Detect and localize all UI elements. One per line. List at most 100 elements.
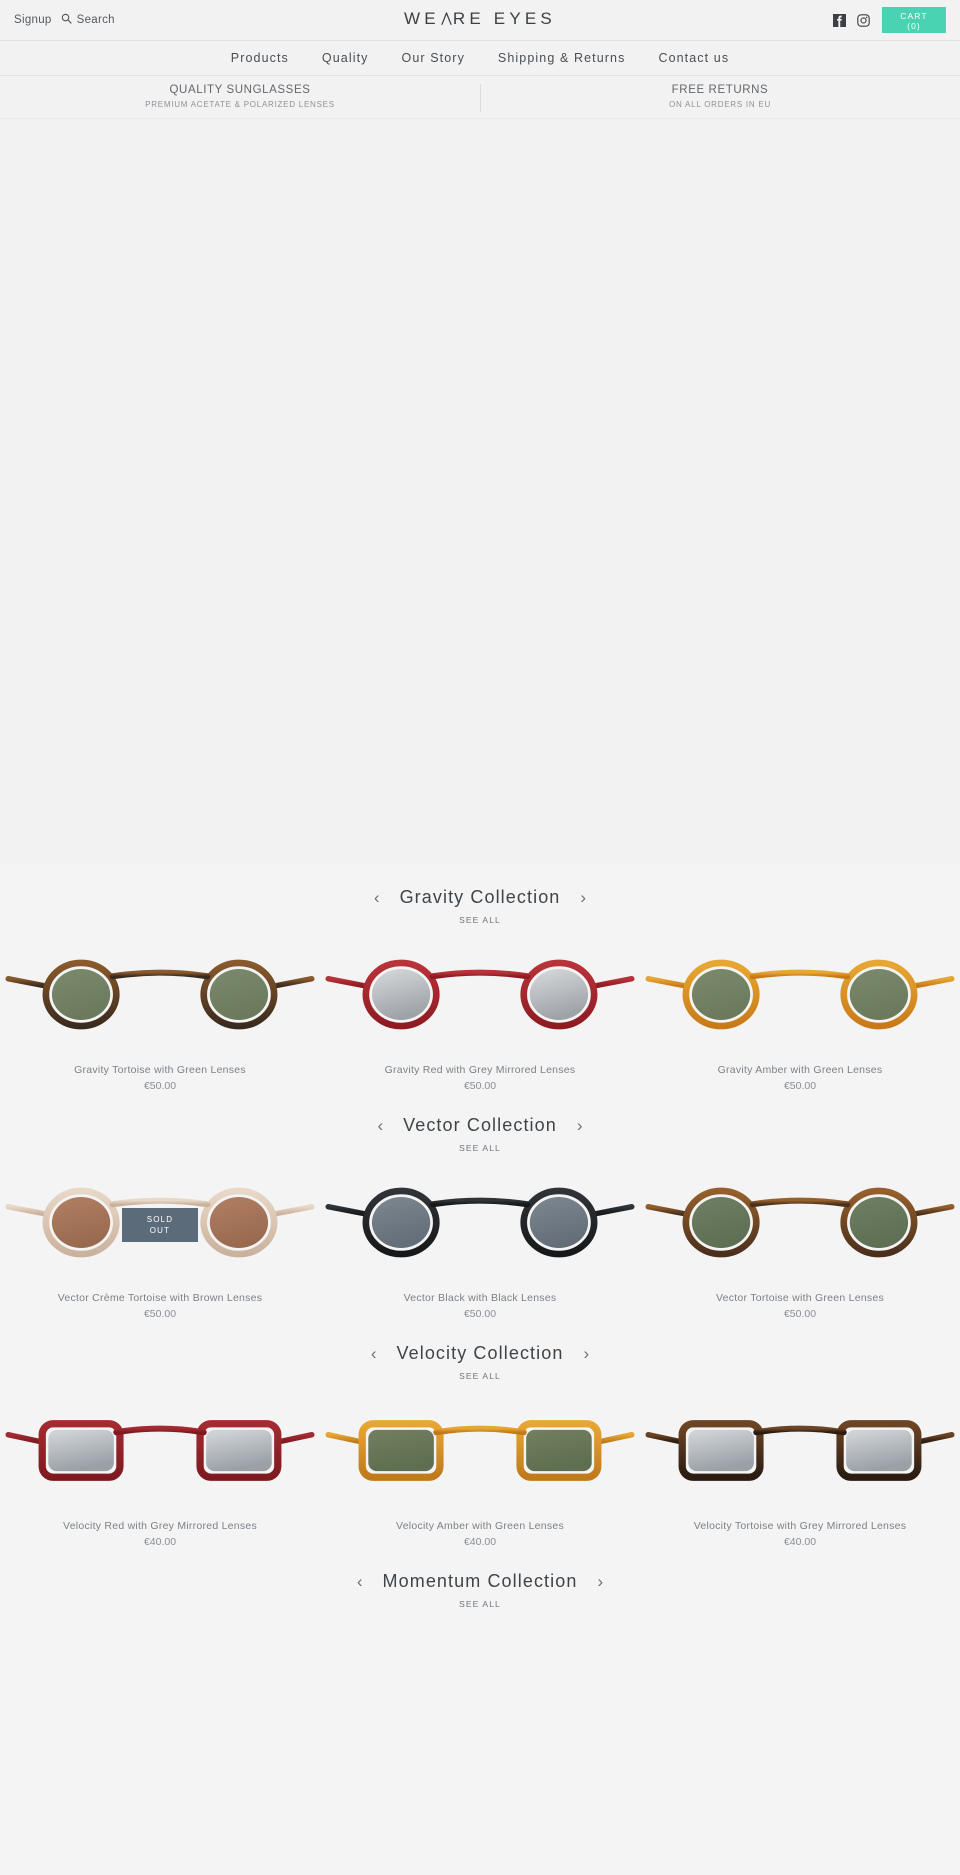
site-logo-text[interactable]: WE RE EYES: [404, 9, 556, 29]
search-label[interactable]: Search: [77, 14, 115, 26]
product-name: Vector Crème Tortoise with Brown Lenses: [57, 1292, 263, 1304]
sold-out-line-2: OUT: [149, 1226, 171, 1235]
product-image[interactable]: [320, 1392, 640, 1514]
collection-header: ‹ Momentum Collection ›: [0, 1549, 960, 1592]
facebook-icon[interactable]: [833, 13, 846, 27]
collection-header: ‹ Gravity Collection ›: [0, 865, 960, 908]
site-logo[interactable]: WE RE EYES: [0, 9, 960, 29]
sunglasses-illustration: [320, 1164, 640, 1286]
product-name: Velocity Amber with Green Lenses: [396, 1520, 564, 1532]
product-image[interactable]: [0, 936, 320, 1058]
product-name: Gravity Tortoise with Green Lenses: [74, 1064, 246, 1076]
product-image[interactable]: [640, 1392, 960, 1514]
product-name: Velocity Tortoise with Grey Mirrored Len…: [693, 1520, 907, 1532]
product-image[interactable]: [320, 1164, 640, 1286]
product-carousel: Gravity Tortoise with Green Lenses €50.0…: [0, 936, 960, 1093]
product-carousel: SOLD OUT Vector Crème Tortoise with Brow…: [0, 1164, 960, 1321]
search-icon[interactable]: [61, 11, 72, 29]
sunglasses-illustration: [320, 936, 640, 1058]
product-card[interactable]: Vector Tortoise with Green Lenses €50.00: [640, 1164, 960, 1321]
sunglasses-illustration: [640, 1164, 960, 1286]
carousel-prev-arrow[interactable]: ‹: [375, 1117, 385, 1134]
product-image[interactable]: [640, 1164, 960, 1286]
carousel-prev-arrow[interactable]: ‹: [355, 1573, 365, 1590]
sold-out-badge: SOLD OUT: [122, 1208, 198, 1242]
product-price: €50.00: [783, 1308, 817, 1320]
product-card[interactable]: Velocity Red with Grey Mirrored Lenses €…: [0, 1392, 320, 1549]
nav-item-products[interactable]: Products: [231, 51, 289, 65]
product-card[interactable]: Gravity Red with Grey Mirrored Lenses €5…: [320, 936, 640, 1093]
carousel-prev-arrow[interactable]: ‹: [369, 1345, 379, 1362]
product-image[interactable]: SOLD OUT: [0, 1164, 320, 1286]
instagram-icon[interactable]: [857, 13, 870, 27]
carousel-next-arrow[interactable]: ›: [581, 1345, 591, 1362]
product-price: €40.00: [783, 1536, 817, 1548]
nav-item-quality[interactable]: Quality: [322, 51, 369, 65]
product-card[interactable]: SOLD OUT Vector Crème Tortoise with Brow…: [0, 1164, 320, 1321]
product-price: €50.00: [143, 1308, 177, 1320]
sunglasses-illustration: [640, 936, 960, 1058]
product-card[interactable]: Velocity Tortoise with Grey Mirrored Len…: [640, 1392, 960, 1549]
product-card[interactable]: Velocity Amber with Green Lenses €40.00: [320, 1392, 640, 1549]
sunglasses-illustration: [640, 1392, 960, 1514]
see-all-link[interactable]: SEE ALL: [0, 1371, 960, 1381]
promo-subtitle: PREMIUM ACETATE & POLARIZED LENSES: [145, 100, 335, 109]
product-image[interactable]: [640, 936, 960, 1058]
see-all-link[interactable]: SEE ALL: [0, 915, 960, 925]
product-card[interactable]: Vector Black with Black Lenses €50.00: [320, 1164, 640, 1321]
promo-title: FREE RETURNS: [671, 84, 769, 96]
collection-section: ‹ Vector Collection › SEE ALL SOLD OUT V…: [0, 1093, 960, 1321]
carousel-prev-arrow[interactable]: ‹: [372, 889, 382, 906]
product-card[interactable]: Gravity Tortoise with Green Lenses €50.0…: [0, 936, 320, 1093]
product-image[interactable]: [0, 1392, 320, 1514]
hero-banner: [0, 119, 960, 865]
nav-item-contact-us[interactable]: Contact us: [658, 51, 729, 65]
promo-column-returns: FREE RETURNS ON ALL ORDERS IN EU: [480, 83, 960, 112]
product-carousel: Velocity Red with Grey Mirrored Lenses €…: [0, 1392, 960, 1549]
product-card[interactable]: Gravity Amber with Green Lenses €50.00: [640, 936, 960, 1093]
product-name: Velocity Red with Grey Mirrored Lenses: [63, 1520, 257, 1532]
collection-header: ‹ Velocity Collection ›: [0, 1321, 960, 1364]
collections-area: ‹ Gravity Collection › SEE ALL Gravity Tort…: [0, 865, 960, 1609]
sunglasses-illustration: [0, 1392, 320, 1514]
carousel-next-arrow[interactable]: ›: [578, 889, 588, 906]
search-control[interactable]: Search: [61, 11, 115, 29]
logo-part-1: WE: [404, 9, 440, 28]
collection-section: ‹ Momentum Collection › SEE ALL: [0, 1549, 960, 1609]
carousel-next-arrow[interactable]: ›: [595, 1573, 605, 1590]
product-name: Gravity Red with Grey Mirrored Lenses: [384, 1064, 576, 1076]
top-bar-left: Signup Search: [14, 11, 115, 29]
collection-title: Velocity Collection: [396, 1343, 564, 1363]
product-price: €50.00: [143, 1080, 177, 1092]
promo-bar: QUALITY SUNGLASSES PREMIUM ACETATE & POL…: [0, 76, 960, 119]
product-price: €50.00: [463, 1080, 497, 1092]
collection-title: Vector Collection: [403, 1115, 557, 1135]
cart-button[interactable]: CART (0): [882, 7, 946, 33]
sunglasses-illustration: [0, 936, 320, 1058]
collection-section: ‹ Gravity Collection › SEE ALL Gravity Tort…: [0, 865, 960, 1093]
logo-lambda-icon: [441, 12, 452, 25]
collection-title: Gravity Collection: [399, 887, 561, 907]
promo-column-quality: QUALITY SUNGLASSES PREMIUM ACETATE & POL…: [0, 83, 480, 111]
nav-item-our-story[interactable]: Our Story: [402, 51, 465, 65]
cart-count: (0): [907, 21, 921, 31]
signup-link[interactable]: Signup: [14, 14, 52, 26]
product-image[interactable]: [320, 936, 640, 1058]
product-price: €40.00: [463, 1536, 497, 1548]
see-all-link[interactable]: SEE ALL: [0, 1143, 960, 1153]
top-bar-right: CART (0): [833, 7, 946, 33]
product-price: €50.00: [463, 1308, 497, 1320]
main-navigation: Products Quality Our Story Shipping & Re…: [0, 40, 960, 76]
see-all-link[interactable]: SEE ALL: [0, 1599, 960, 1609]
promo-title: QUALITY SUNGLASSES: [169, 84, 311, 96]
logo-part-2: RE EYES: [452, 9, 556, 28]
social-links: [833, 13, 870, 27]
collection-section: ‹ Velocity Collection › SEE ALL Velocity Re…: [0, 1321, 960, 1549]
sunglasses-illustration: [320, 1392, 640, 1514]
product-name: Vector Black with Black Lenses: [403, 1292, 557, 1304]
carousel-next-arrow[interactable]: ›: [575, 1117, 585, 1134]
sold-out-line-1: SOLD: [146, 1215, 174, 1224]
nav-item-shipping-returns[interactable]: Shipping & Returns: [498, 51, 626, 65]
product-price: €50.00: [783, 1080, 817, 1092]
cart-label: CART: [900, 11, 928, 21]
